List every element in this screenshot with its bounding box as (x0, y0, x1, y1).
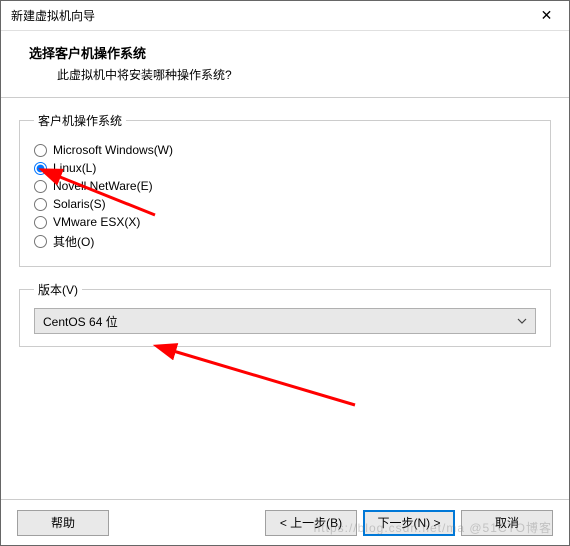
radio-input-esx[interactable] (34, 216, 47, 229)
titlebar: 新建虚拟机向导 ✕ (1, 1, 569, 31)
radio-input-solaris[interactable] (34, 198, 47, 211)
close-button[interactable]: ✕ (524, 1, 569, 31)
version-legend: 版本(V) (34, 281, 82, 298)
radio-input-linux[interactable] (34, 162, 47, 175)
radio-option-windows[interactable]: Microsoft Windows(W) (34, 143, 536, 157)
wizard-footer: 帮助 < 上一步(B) 下一步(N) > 取消 (1, 499, 569, 545)
guest-os-legend: 客户机操作系统 (34, 112, 126, 129)
version-fieldset: 版本(V) CentOS 64 位 (19, 281, 551, 347)
wizard-header: 选择客户机操作系统 此虚拟机中将安装哪种操作系统? (1, 31, 569, 98)
radio-label: Solaris(S) (53, 197, 106, 211)
radio-option-solaris[interactable]: Solaris(S) (34, 197, 536, 211)
radio-option-other[interactable]: 其他(O) (34, 233, 536, 250)
radio-label: Linux(L) (53, 161, 96, 175)
guest-os-fieldset: 客户机操作系统 Microsoft Windows(W) Linux(L) No… (19, 112, 551, 267)
wizard-dialog: 新建虚拟机向导 ✕ 选择客户机操作系统 此虚拟机中将安装哪种操作系统? 客户机操… (0, 0, 570, 546)
radio-option-netware[interactable]: Novell NetWare(E) (34, 179, 536, 193)
radio-label: Microsoft Windows(W) (53, 143, 173, 157)
wizard-body: 客户机操作系统 Microsoft Windows(W) Linux(L) No… (1, 98, 569, 499)
version-select[interactable]: CentOS 64 位 (34, 308, 536, 334)
cancel-button[interactable]: 取消 (461, 510, 553, 536)
radio-input-other[interactable] (34, 235, 47, 248)
help-button[interactable]: 帮助 (17, 510, 109, 536)
next-button[interactable]: 下一步(N) > (363, 510, 455, 536)
radio-input-netware[interactable] (34, 180, 47, 193)
header-title: 选择客户机操作系统 (29, 43, 549, 62)
radio-label: VMware ESX(X) (53, 215, 140, 229)
radio-option-linux[interactable]: Linux(L) (34, 161, 536, 175)
back-button[interactable]: < 上一步(B) (265, 510, 357, 536)
radio-label: 其他(O) (53, 233, 94, 250)
chevron-down-icon (517, 316, 527, 326)
version-selected-label: CentOS 64 位 (43, 313, 118, 330)
radio-label: Novell NetWare(E) (53, 179, 153, 193)
radio-option-esx[interactable]: VMware ESX(X) (34, 215, 536, 229)
radio-input-windows[interactable] (34, 144, 47, 157)
close-icon: ✕ (541, 7, 553, 24)
window-title: 新建虚拟机向导 (11, 7, 95, 24)
header-subtitle: 此虚拟机中将安装哪种操作系统? (29, 66, 549, 83)
